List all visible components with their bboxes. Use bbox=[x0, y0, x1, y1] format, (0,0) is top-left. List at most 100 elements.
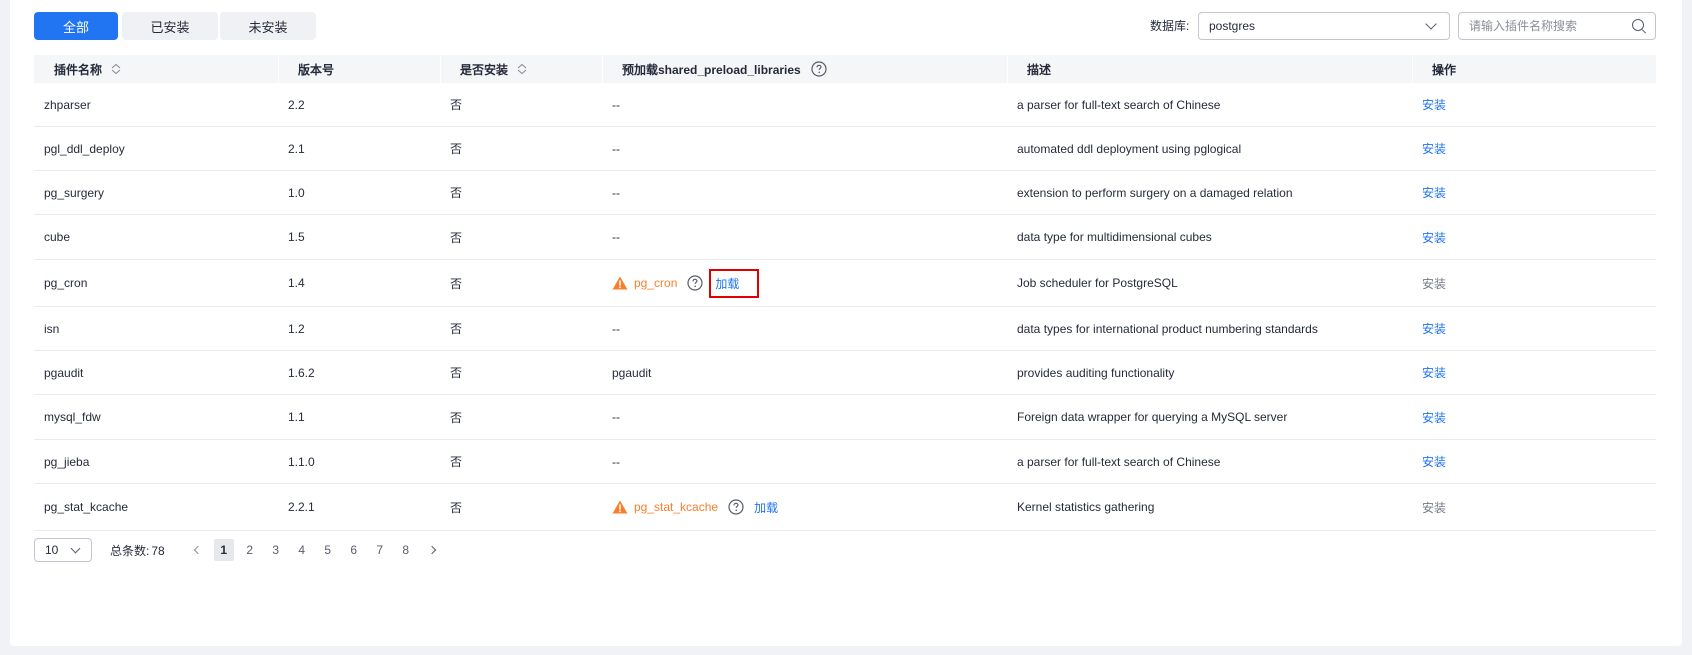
extension-name: zhparser bbox=[44, 97, 91, 112]
page-number-button[interactable]: 4 bbox=[289, 539, 315, 561]
page-number-button[interactable]: 8 bbox=[393, 539, 419, 561]
installed-status: 否 bbox=[450, 366, 463, 380]
preload-value: -- bbox=[612, 410, 620, 424]
page-number-button[interactable]: 2 bbox=[237, 539, 263, 561]
preload-cell: -- bbox=[602, 186, 1007, 200]
table-header: 插件名称 版本号 是否安装 预加载shared_preload_librarie… bbox=[34, 55, 1656, 83]
action-cell: 安装 bbox=[1412, 320, 1656, 337]
tab-all[interactable]: 全部 bbox=[34, 12, 118, 40]
extension-version: 1.0 bbox=[288, 185, 305, 200]
chevron-left-icon bbox=[193, 545, 202, 555]
header-version: 版本号 bbox=[278, 55, 440, 83]
installed-status: 否 bbox=[450, 98, 463, 112]
header-preload-label: 预加载shared_preload_libraries bbox=[622, 62, 801, 77]
search-input[interactable] bbox=[1469, 19, 1631, 33]
extensions-panel: 全部 已安装 未安装 数据库: postgres 插件名称 版本号 是否安装 bbox=[10, 0, 1682, 646]
extension-name: pg_surgery bbox=[44, 185, 105, 200]
action-cell: 安装 bbox=[1412, 409, 1656, 426]
table-row: cube 1.5 否 -- data type for multidimensional… bbox=[34, 215, 1656, 260]
action-cell: 安装 bbox=[1412, 140, 1656, 157]
install-button[interactable]: 安装 bbox=[1422, 409, 1446, 426]
table-row: pg_jieba 1.1.0 否 -- a parser for full-text s… bbox=[34, 440, 1656, 484]
help-icon[interactable] bbox=[687, 275, 703, 291]
action-cell: 安装 bbox=[1412, 453, 1656, 470]
page-number-button[interactable]: 5 bbox=[315, 539, 341, 561]
action-cell: 安装 bbox=[1412, 499, 1656, 516]
extension-name: mysql_fdw bbox=[44, 410, 101, 424]
install-button[interactable]: 安装 bbox=[1422, 453, 1446, 470]
sort-icon[interactable] bbox=[516, 63, 528, 75]
install-button[interactable]: 安装 bbox=[1422, 499, 1446, 516]
installed-status: 否 bbox=[450, 276, 463, 291]
table-row: pg_surgery 1.0 否 -- extension to perform sur… bbox=[34, 171, 1656, 215]
extension-version: 1.1.0 bbox=[288, 454, 315, 469]
installed-status: 否 bbox=[450, 230, 463, 245]
filter-tabs: 全部 已安装 未安装 bbox=[34, 12, 316, 40]
preload-value: -- bbox=[612, 141, 620, 156]
tab-installed[interactable]: 已安装 bbox=[122, 12, 218, 40]
header-installed: 是否安装 bbox=[440, 55, 602, 83]
table-row: isn 1.2 否 -- data types for international pr… bbox=[34, 307, 1656, 351]
pagination: 10 总条数: 78 12345678 bbox=[34, 538, 445, 562]
installed-status: 否 bbox=[450, 322, 463, 336]
install-button[interactable]: 安装 bbox=[1422, 140, 1446, 157]
install-button[interactable]: 安装 bbox=[1422, 275, 1446, 292]
action-cell: 安装 bbox=[1412, 364, 1656, 381]
header-preload: 预加载shared_preload_libraries bbox=[602, 55, 1007, 83]
page-number-button[interactable]: 7 bbox=[367, 539, 393, 561]
help-icon[interactable] bbox=[728, 499, 744, 515]
action-cell: 安装 bbox=[1412, 96, 1656, 113]
extension-name: pg_cron bbox=[44, 276, 88, 290]
header-version-label: 版本号 bbox=[298, 62, 335, 77]
page-number-button[interactable]: 1 bbox=[213, 539, 234, 561]
page-number-button[interactable]: 3 bbox=[263, 539, 289, 561]
chevron-down-icon bbox=[1425, 18, 1437, 30]
header-installed-label: 是否安装 bbox=[460, 62, 509, 77]
prev-page-button[interactable] bbox=[185, 539, 211, 561]
table-row: pg_stat_kcache 2.2.1 否 pg_stat_kcache 加载 Kern… bbox=[34, 484, 1656, 531]
install-button[interactable]: 安装 bbox=[1422, 229, 1446, 246]
extension-description: Kernel statistics gathering bbox=[1017, 500, 1155, 514]
preload-value: -- bbox=[612, 185, 620, 200]
database-select[interactable]: postgres bbox=[1198, 12, 1450, 40]
page-number-button[interactable]: 6 bbox=[341, 539, 367, 561]
install-button[interactable]: 安装 bbox=[1422, 364, 1446, 381]
page-size-select[interactable]: 10 bbox=[34, 538, 92, 562]
database-label: 数据库: bbox=[1150, 19, 1190, 33]
extension-description: extension to perform surgery on a damage… bbox=[1017, 185, 1293, 200]
help-icon[interactable] bbox=[811, 61, 827, 77]
load-button[interactable]: 加载 bbox=[709, 268, 760, 298]
extension-version: 2.1 bbox=[288, 141, 305, 156]
installed-status: 否 bbox=[450, 186, 463, 200]
install-button[interactable]: 安装 bbox=[1422, 320, 1446, 337]
extension-version: 2.2 bbox=[288, 97, 305, 112]
preload-library-name: pg_stat_kcache bbox=[634, 500, 719, 514]
load-button[interactable]: 加载 bbox=[754, 499, 778, 516]
search-icon[interactable] bbox=[1631, 18, 1647, 34]
next-page-button[interactable] bbox=[419, 539, 445, 561]
header-name: 插件名称 bbox=[34, 55, 278, 83]
preload-cell: pg_cron 加载 bbox=[602, 268, 1007, 298]
preload-library-name: pg_cron bbox=[634, 276, 678, 290]
header-description-label: 描述 bbox=[1027, 62, 1052, 77]
install-button[interactable]: 安装 bbox=[1422, 184, 1446, 201]
extensions-table: 插件名称 版本号 是否安装 预加载shared_preload_librarie… bbox=[34, 55, 1656, 531]
table-body: zhparser 2.2 否 -- a parser for full-text sea… bbox=[34, 83, 1656, 531]
extension-name: pgl_ddl_deploy bbox=[44, 141, 125, 156]
installed-status: 否 bbox=[450, 455, 463, 469]
preload-value: -- bbox=[612, 97, 620, 112]
preload-cell: -- bbox=[602, 455, 1007, 469]
tab-not-installed[interactable]: 未安装 bbox=[220, 12, 316, 40]
header-name-label: 插件名称 bbox=[54, 62, 103, 77]
extension-version: 1.1 bbox=[288, 410, 305, 424]
database-value: postgres bbox=[1209, 19, 1256, 33]
sort-icon[interactable] bbox=[110, 63, 122, 75]
extension-name: isn bbox=[44, 321, 60, 336]
search-box bbox=[1458, 12, 1656, 40]
total-value: 78 bbox=[151, 543, 165, 558]
header-action: 操作 bbox=[1412, 55, 1656, 83]
preload-cell: -- bbox=[602, 142, 1007, 156]
preload-value: -- bbox=[612, 454, 620, 469]
install-button[interactable]: 安装 bbox=[1422, 96, 1446, 113]
extension-version: 1.5 bbox=[288, 230, 305, 244]
